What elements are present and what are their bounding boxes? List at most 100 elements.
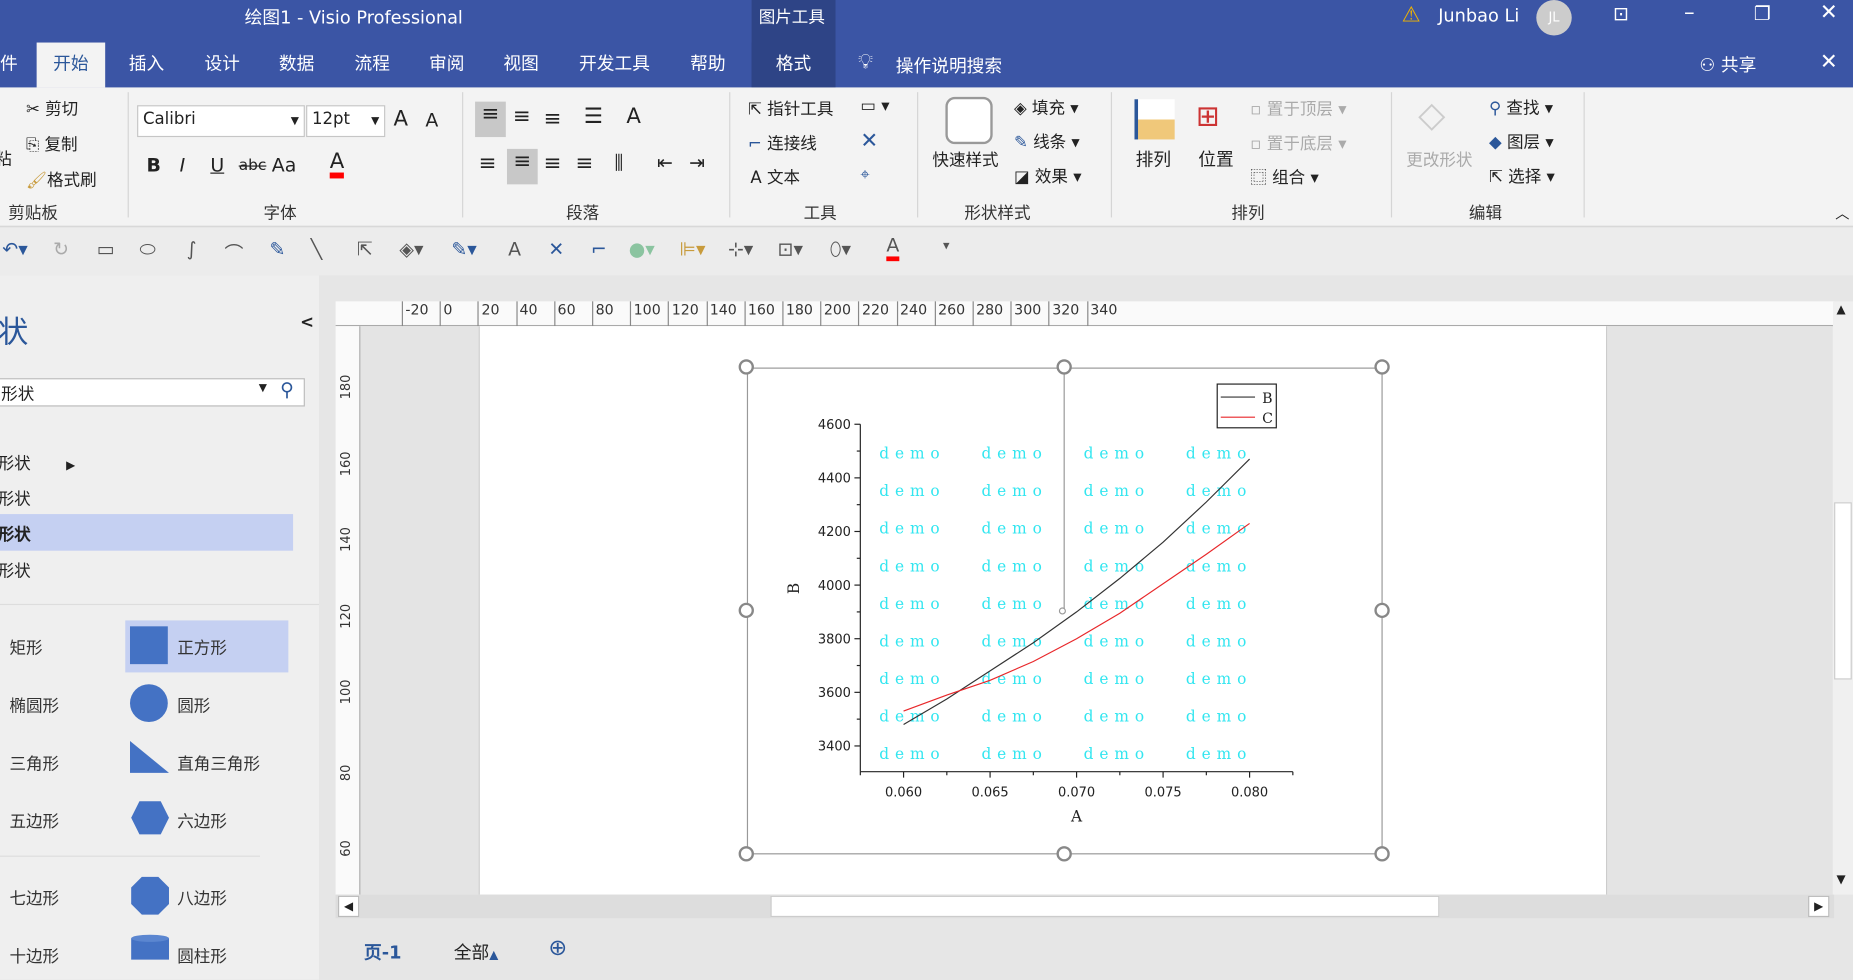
quick-styles-icon[interactable] <box>945 96 993 145</box>
shrink-font-button[interactable]: A <box>425 109 438 131</box>
align-center-button[interactable]: ≡ <box>506 148 538 185</box>
quick-styles-button[interactable]: 快速样式 <box>932 148 998 172</box>
category-item-selected[interactable]: 形状 <box>0 514 294 551</box>
align-icon[interactable]: ⊫▾ <box>680 238 706 260</box>
page-tab-1[interactable]: 页-1 <box>364 939 401 964</box>
cut-button[interactable]: ✂ 剪切 <box>26 97 78 121</box>
resize-handle[interactable] <box>738 359 754 375</box>
group-button[interactable]: ⿴ 组合 ▾ <box>1250 165 1318 189</box>
category-item[interactable]: 形状 <box>0 559 31 583</box>
align-middle-button[interactable]: ≡ <box>513 104 531 129</box>
connection-point-icon[interactable]: ⌖ <box>860 165 869 184</box>
vertical-text-button[interactable]: ⫼ <box>615 151 624 175</box>
shape-square[interactable]: 正方形 <box>177 636 227 660</box>
font-color-icon[interactable]: A <box>886 235 900 262</box>
resize-handle[interactable] <box>738 846 754 862</box>
vertical-scroll-thumb[interactable] <box>1834 502 1852 680</box>
shape-octagon[interactable]: 八边形 <box>177 886 227 910</box>
text-direction-button[interactable]: A <box>626 104 641 129</box>
arc-icon[interactable]: ⌒ <box>225 238 244 266</box>
tab-help[interactable]: 帮助 <box>681 43 735 88</box>
text-tool-button[interactable]: A 文本 <box>750 165 800 189</box>
shape-rectangle[interactable]: 矩形 <box>9 636 42 660</box>
shape-heptagon[interactable]: 七边形 <box>9 886 59 910</box>
share-button[interactable]: ⚇ 共享 <box>1699 52 1756 77</box>
tab-data[interactable]: 数据 <box>269 43 323 88</box>
position-button[interactable]: 位置 <box>1198 147 1233 172</box>
pointer-tool-button[interactable]: ⇱ 指针工具 <box>748 97 833 121</box>
grow-font-button[interactable]: A <box>394 106 409 131</box>
tab-developer[interactable]: 开发工具 <box>570 43 660 88</box>
resize-handle[interactable] <box>1374 359 1390 375</box>
decrease-indent-button[interactable]: ⇤ <box>657 151 673 173</box>
layers-button[interactable]: ◆ 图层 ▾ <box>1489 130 1554 154</box>
font-color-button[interactable]: A <box>329 151 345 179</box>
bold-button[interactable]: B <box>147 154 161 176</box>
search-icon[interactable]: ⚲ <box>280 378 294 400</box>
strikethrough-button[interactable]: abc <box>239 157 267 175</box>
justify-button[interactable]: ≡ <box>576 151 594 176</box>
resize-handle[interactable] <box>1374 602 1390 619</box>
circle-fill-icon[interactable]: ●▾ <box>629 238 655 260</box>
shape-triangle[interactable]: 三角形 <box>9 752 59 776</box>
category-item[interactable]: 形状 <box>0 487 31 511</box>
shape-search-input[interactable]: 形状 ▼ ⚲ <box>0 378 305 407</box>
tab-view[interactable]: 视图 <box>494 43 548 88</box>
scroll-down-icon[interactable]: ▼ <box>1836 873 1845 886</box>
align-left-button[interactable]: ≡ <box>479 151 497 176</box>
increase-indent-button[interactable]: ⇥ <box>689 151 705 173</box>
resize-handle[interactable] <box>1056 846 1072 862</box>
shape-ellipse[interactable]: 椭圆形 <box>9 694 59 718</box>
ribbon-display-icon[interactable]: ⊡ <box>1613 2 1629 24</box>
resize-handle[interactable] <box>738 602 754 619</box>
font-size-select[interactable]: 12pt ▼ <box>306 105 386 138</box>
pencil-icon[interactable]: ✎ <box>269 238 285 260</box>
tab-file[interactable]: 件 <box>0 43 27 88</box>
minimize-icon[interactable]: – <box>1684 0 1695 25</box>
shape-hexagon[interactable]: 六边形 <box>177 810 227 834</box>
freeform-icon[interactable]: ∫ <box>187 238 197 260</box>
line-color-icon[interactable]: ✎▾ <box>451 238 476 260</box>
scroll-up-icon[interactable]: ▲ <box>1836 304 1845 317</box>
scroll-left-icon[interactable]: ◀ <box>337 895 360 918</box>
fill-button[interactable]: ◈ 填充 ▾ <box>1014 96 1079 120</box>
close-x-icon[interactable]: ✕ <box>860 129 878 154</box>
align-bottom-button[interactable]: ≡ <box>544 106 562 131</box>
warning-icon[interactable]: ⚠ <box>1402 2 1421 27</box>
pointer-icon[interactable]: ⇱ <box>357 238 373 260</box>
horizontal-scrollbar[interactable]: ◀ ▶ <box>335 894 1835 919</box>
close-icon[interactable]: ✕ <box>1820 0 1838 25</box>
bring-to-front-button[interactable]: ▫ 置于顶层 ▾ <box>1250 97 1346 121</box>
distribute-icon[interactable]: ⊹▾ <box>728 238 753 260</box>
restore-icon[interactable]: ❐ <box>1754 2 1771 24</box>
tab-format[interactable]: 格式 <box>751 42 836 88</box>
rectangle-tool-button[interactable]: ▭ ▾ <box>860 97 889 116</box>
user-name[interactable]: Junbao Li <box>1438 5 1519 26</box>
ellipse-icon[interactable]: ⬭ <box>139 238 155 262</box>
rectangle-icon[interactable]: ▭ <box>97 238 115 260</box>
underline-button[interactable]: U <box>210 154 224 176</box>
size-icon[interactable]: ⊡▾ <box>778 238 803 260</box>
tab-process[interactable]: 流程 <box>345 43 399 88</box>
fill-icon[interactable]: ◈▾ <box>399 238 423 260</box>
tab-design[interactable]: 设计 <box>195 43 249 88</box>
tab-home[interactable]: 开始 <box>36 42 106 88</box>
copy-button[interactable]: ⎘ 复制 <box>26 132 78 156</box>
tell-me-search[interactable]: 操作说明搜索 <box>896 53 1002 78</box>
bullets-button[interactable]: ☰ <box>584 104 603 129</box>
shape-decagon[interactable]: 十边形 <box>9 944 59 968</box>
shape-cylinder[interactable]: 圆柱形 <box>177 944 227 968</box>
change-case-button[interactable]: Aa <box>272 154 297 176</box>
font-name-select[interactable]: Calibri ▼ <box>137 105 305 138</box>
scroll-right-icon[interactable]: ▶ <box>1808 895 1830 918</box>
connector-button[interactable]: ⌐ 连接线 <box>748 131 817 155</box>
tab-insert[interactable]: 插入 <box>119 43 173 88</box>
customize-qat-icon[interactable]: ▾ <box>943 238 950 253</box>
send-to-back-button[interactable]: ▫ 置于底层 ▾ <box>1250 131 1346 155</box>
all-pages-button[interactable]: 全部▲ <box>454 939 499 964</box>
shape-circle[interactable]: 圆形 <box>177 694 210 718</box>
close-ribbon-icon[interactable]: ✕ <box>1820 50 1838 75</box>
effects-button[interactable]: ◪ 效果 ▾ <box>1014 164 1082 188</box>
line-icon[interactable]: ╲ <box>311 238 322 260</box>
resize-handle[interactable] <box>1374 846 1390 862</box>
